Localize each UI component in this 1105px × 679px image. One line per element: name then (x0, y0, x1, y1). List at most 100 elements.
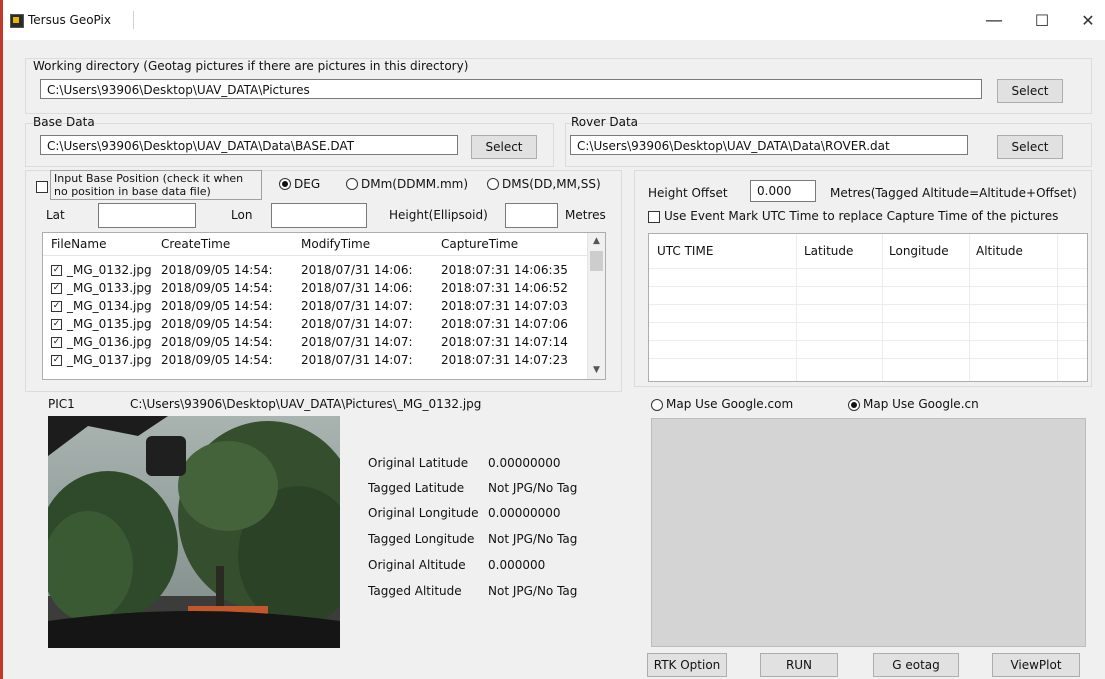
base-data-field[interactable]: C:\Users\93906\Desktop\UAV_DATA\Data\BAS… (40, 135, 458, 155)
height-offset-formula: Metres(Tagged Altitude=Altitude+Offset) (830, 186, 1077, 200)
format-deg-radio[interactable] (279, 178, 291, 190)
format-dms-label: DMS(DD,MM,SS) (502, 177, 601, 191)
rover-data-select-button[interactable]: Select (997, 135, 1063, 159)
cell-createtime: 2018/09/05 14:54: (161, 353, 273, 367)
cell-filename: _MG_0134.jpg (67, 299, 152, 313)
working-directory-field[interactable]: C:\Users\93906\Desktop\UAV_DATA\Pictures (40, 79, 982, 99)
cell-capturetime: 2018:07:31 14:07:23 (441, 353, 568, 367)
info-label: Tagged Latitude (368, 481, 465, 495)
table-row[interactable]: ✓ _MG_0137.jpg 2018/09/05 14:54: 2018/07… (43, 353, 588, 369)
column-createtime[interactable]: CreateTime (161, 237, 230, 251)
height-offset-label: Height Offset (648, 186, 728, 200)
row-checkbox[interactable]: ✓ (51, 337, 62, 348)
grid-line (649, 322, 1087, 323)
cell-filename: _MG_0135.jpg (67, 317, 152, 331)
grid-line (649, 304, 1087, 305)
lat-input[interactable] (98, 203, 196, 228)
rtk-option-button[interactable]: RTK Option (647, 653, 727, 677)
table-row[interactable]: ✓ _MG_0134.jpg 2018/09/05 14:54: 2018/07… (43, 299, 588, 315)
table-row[interactable]: ✓ _MG_0133.jpg 2018/09/05 14:54: 2018/07… (43, 281, 588, 297)
event-mark-label: Use Event Mark UTC Time to replace Captu… (664, 209, 1059, 223)
column-filename[interactable]: FileName (51, 237, 106, 251)
title-separator (133, 11, 134, 29)
picture-image (48, 416, 340, 648)
app-icon (10, 14, 24, 28)
column-longitude[interactable]: Longitude (889, 244, 949, 258)
row-checkbox[interactable]: ✓ (51, 319, 62, 330)
close-button[interactable]: ✕ (1066, 8, 1105, 34)
column-modifytime[interactable]: ModifyTime (301, 237, 370, 251)
input-base-position-label-line1: Input Base Position (check it when (54, 172, 244, 185)
map-google-com-label: Map Use Google.com (666, 397, 794, 411)
map-google-cn-radio[interactable] (848, 399, 860, 411)
column-latitude[interactable]: Latitude (804, 244, 853, 258)
geotag-button[interactable]: G eotag (873, 653, 959, 677)
format-dms-radio[interactable] (487, 178, 499, 190)
format-dmm-radio[interactable] (346, 178, 358, 190)
picture-path: C:\Users\93906\Desktop\UAV_DATA\Pictures… (130, 397, 482, 411)
base-data-select-button[interactable]: Select (471, 135, 537, 159)
title-bar[interactable] (3, 0, 1105, 40)
working-directory-label: Working directory (Geotag pictures if th… (33, 59, 469, 73)
row-checkbox[interactable]: ✓ (51, 301, 62, 312)
scroll-thumb[interactable] (590, 251, 603, 271)
row-checkbox[interactable]: ✓ (51, 265, 62, 276)
info-label: Original Latitude (368, 456, 469, 470)
row-checkbox[interactable]: ✓ (51, 355, 62, 366)
height-label: Height(Ellipsoid) (389, 208, 488, 222)
scroll-up-icon[interactable]: ▲ (588, 233, 605, 250)
run-button[interactable]: RUN (760, 653, 838, 677)
scroll-down-icon[interactable]: ▼ (588, 362, 605, 379)
cell-capturetime: 2018:07:31 14:06:35 (441, 263, 568, 277)
window-title: Tersus GeoPix (28, 13, 111, 27)
table-row[interactable]: ✓ _MG_0132.jpg 2018/09/05 14:54: 2018/07… (43, 263, 588, 279)
info-value: Not JPG/No Tag (488, 532, 578, 546)
lon-input[interactable] (271, 203, 367, 228)
maximize-button[interactable]: ☐ (1020, 8, 1064, 34)
cell-capturetime: 2018:07:31 14:06:52 (441, 281, 568, 295)
picture-preview (48, 416, 340, 648)
info-label: Original Longitude (368, 506, 479, 520)
grid-line (649, 286, 1087, 287)
info-value: Not JPG/No Tag (488, 481, 578, 495)
info-value: 0.00000000 (488, 506, 561, 520)
grid-line (649, 358, 1087, 359)
utc-table[interactable]: UTC TIME Latitude Longitude Altitude (648, 233, 1088, 382)
table-row[interactable]: ✓ _MG_0135.jpg 2018/09/05 14:54: 2018/07… (43, 317, 588, 333)
cell-filename: _MG_0137.jpg (67, 353, 152, 367)
grid-line (649, 340, 1087, 341)
rover-data-field[interactable]: C:\Users\93906\Desktop\UAV_DATA\Data\ROV… (570, 135, 968, 155)
window-border (0, 0, 3, 679)
cell-capturetime: 2018:07:31 14:07:03 (441, 299, 568, 313)
map-panel[interactable] (651, 418, 1086, 647)
row-checkbox[interactable]: ✓ (51, 283, 62, 294)
file-list-header: FileName CreateTime ModifyTime CaptureTi… (43, 233, 605, 256)
height-input[interactable] (505, 203, 558, 228)
picture-label: PIC1 (48, 397, 75, 411)
cell-createtime: 2018/09/05 14:54: (161, 281, 273, 295)
event-mark-checkbox[interactable] (648, 211, 660, 223)
map-google-com-radio[interactable] (651, 399, 663, 411)
info-value: 0.00000000 (488, 456, 561, 470)
column-utc-time[interactable]: UTC TIME (657, 244, 713, 258)
file-list[interactable]: FileName CreateTime ModifyTime CaptureTi… (42, 232, 606, 380)
working-directory-select-button[interactable]: Select (997, 79, 1063, 103)
column-capturetime[interactable]: CaptureTime (441, 237, 518, 251)
cell-capturetime: 2018:07:31 14:07:14 (441, 335, 568, 349)
column-altitude[interactable]: Altitude (976, 244, 1023, 258)
minimize-button[interactable]: — (972, 8, 1016, 34)
viewplot-button[interactable]: ViewPlot (992, 653, 1080, 677)
info-label: Tagged Longitude (368, 532, 475, 546)
cell-modifytime: 2018/07/31 14:07: (301, 335, 413, 349)
table-row[interactable]: ✓ _MG_0136.jpg 2018/09/05 14:54: 2018/07… (43, 335, 588, 351)
cell-modifytime: 2018/07/31 14:07: (301, 353, 413, 367)
info-label: Original Altitude (368, 558, 466, 572)
format-dmm-label: DMm(DDMM.mm) (361, 177, 469, 191)
map-google-cn-label: Map Use Google.cn (863, 397, 979, 411)
format-deg-label: DEG (294, 177, 321, 191)
file-list-scrollbar[interactable]: ▲ ▼ (587, 233, 605, 379)
height-offset-input[interactable]: 0.000 (750, 180, 816, 202)
base-data-label: Base Data (33, 115, 95, 129)
cell-createtime: 2018/09/05 14:54: (161, 299, 273, 313)
input-base-position-checkbox[interactable] (36, 181, 48, 193)
